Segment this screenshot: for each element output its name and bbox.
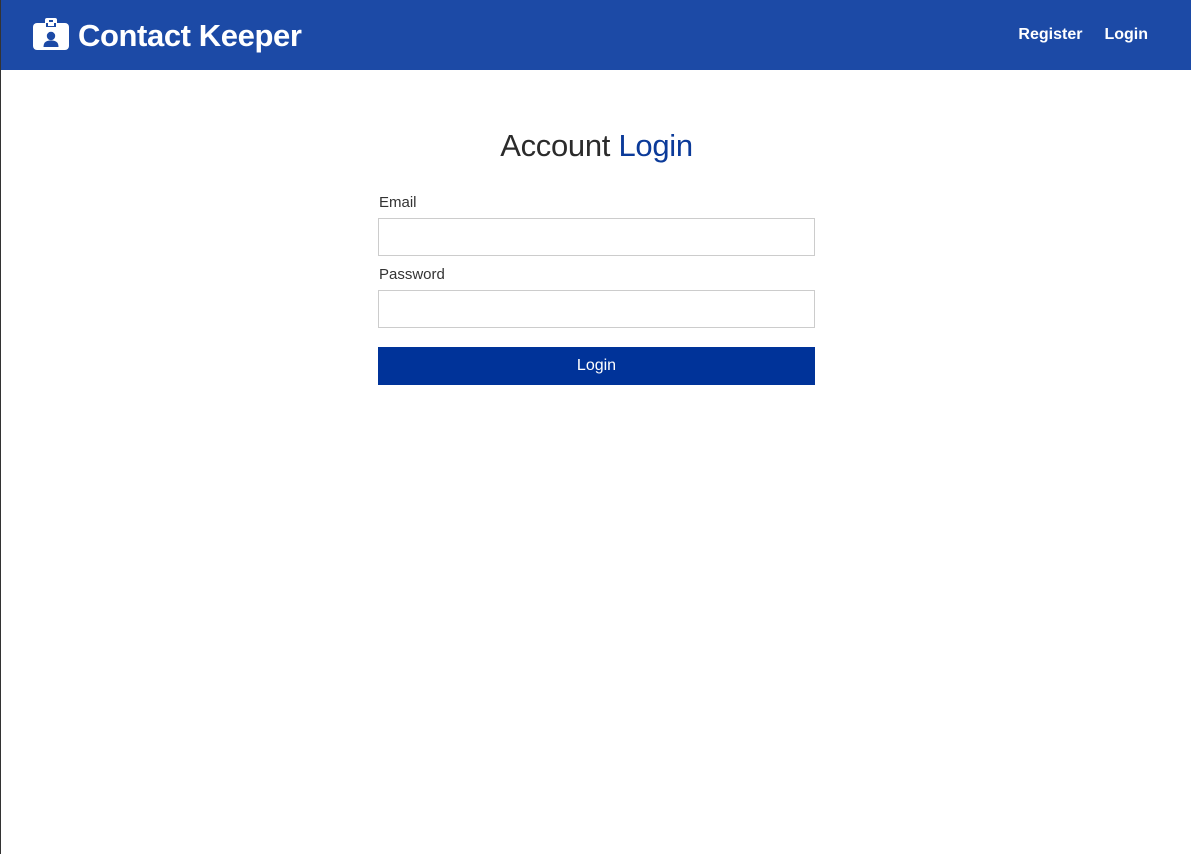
nav-login-link[interactable]: Login <box>1104 26 1148 44</box>
login-form: Email Password Login <box>378 193 815 385</box>
email-label: Email <box>379 194 417 211</box>
nav-links: Register Login <box>1018 26 1148 44</box>
app-window: Contact Keeper Register Login Account Lo… <box>0 0 1191 854</box>
password-label: Password <box>379 266 445 283</box>
login-button[interactable]: Login <box>378 347 815 385</box>
nav-register-link[interactable]: Register <box>1018 26 1082 44</box>
brand: Contact Keeper <box>32 18 302 52</box>
navbar: Contact Keeper Register Login <box>1 0 1191 70</box>
id-badge-icon <box>32 18 70 52</box>
login-panel: Account Login Email Password Login <box>378 127 815 385</box>
page-title-prefix: Account <box>500 128 611 163</box>
password-field[interactable] <box>378 290 815 328</box>
page-title: Account Login <box>378 127 815 165</box>
password-group: Password <box>378 265 815 328</box>
email-group: Email <box>378 193 815 256</box>
brand-title: Contact Keeper <box>78 18 302 53</box>
email-field[interactable] <box>378 218 815 256</box>
page-title-accent: Login <box>618 128 693 163</box>
